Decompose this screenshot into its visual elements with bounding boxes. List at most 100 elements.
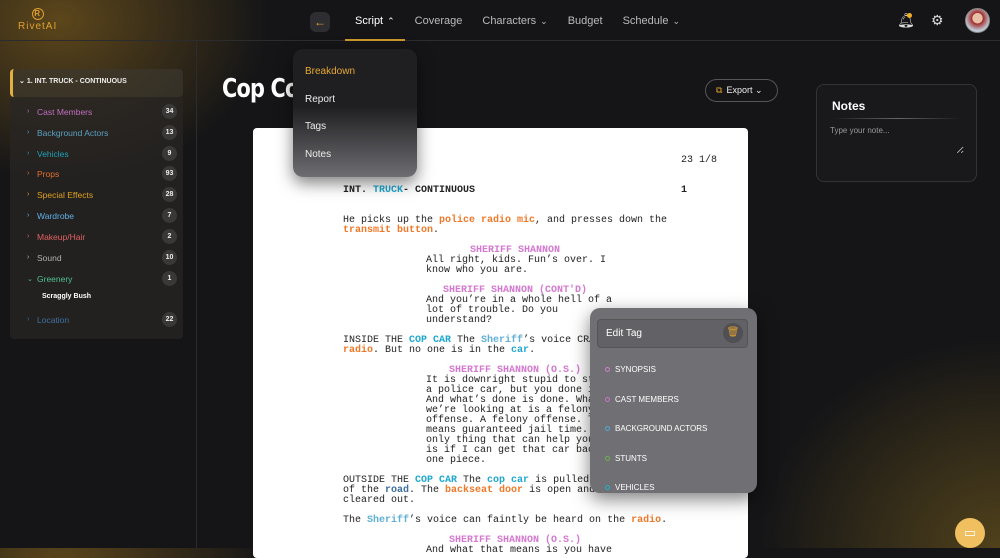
- tagged-prop[interactable]: radio: [631, 515, 661, 526]
- chevron-down-icon: ⌄: [754, 85, 763, 95]
- script-text: , and presses down the: [535, 215, 668, 226]
- tag-option-stunts[interactable]: STUNTS: [605, 454, 647, 463]
- export-button[interactable]: ⧉ Export ⌄: [705, 79, 778, 102]
- chat-icon: ▭: [963, 525, 977, 540]
- script-text: And what that means is you have: [426, 545, 613, 556]
- tag-category-label: Special Effects: [37, 190, 94, 200]
- gear-icon[interactable]: ⚙: [931, 12, 944, 29]
- trash-icon: 🗑︎: [726, 327, 740, 338]
- nav-budget[interactable]: Budget: [558, 0, 613, 41]
- script-dialog: All right, kids. Fun’s over. Iknow who y…: [343, 256, 733, 276]
- tag-category-label: Background Actors: [37, 128, 109, 138]
- chat-button[interactable]: ▭: [955, 518, 985, 548]
- tag-option-background-actors[interactable]: BACKGROUND ACTORS: [605, 424, 707, 433]
- delete-tag-button[interactable]: 🗑︎: [723, 323, 743, 343]
- edit-tag-title: Edit Tag: [606, 328, 642, 339]
- tag-category-wardrobe[interactable]: › Wardrobe 7: [27, 208, 177, 223]
- tag-category-props[interactable]: › Props 93: [27, 166, 177, 181]
- chevron-right-icon: ›: [27, 212, 30, 219]
- menu-item-breakdown[interactable]: Breakdown: [305, 66, 355, 77]
- script-text: INT.: [343, 185, 374, 196]
- tagged-prop[interactable]: radio: [343, 345, 373, 356]
- export-label: Export: [726, 85, 753, 95]
- tag-count-badge: 22: [162, 312, 177, 327]
- tag-option-cast-members[interactable]: CAST MEMBERS: [605, 395, 679, 404]
- tag-option-synopsis[interactable]: SYNOPSIS: [605, 365, 656, 374]
- tag-category-sound[interactable]: › Sound 10: [27, 250, 177, 265]
- chevron-right-icon: ›: [27, 254, 30, 261]
- tag-count-badge: 13: [162, 125, 177, 140]
- script-action: The Sheriff’s voice can faintly be heard…: [343, 516, 733, 526]
- script-text: .: [433, 225, 440, 236]
- nav-coverage[interactable]: Coverage: [405, 0, 473, 41]
- script-text: - CONTINUOUS: [403, 185, 476, 196]
- logo-text: RivetAI: [18, 21, 58, 32]
- bell-icon[interactable]: 🔔︎: [897, 12, 915, 29]
- tag-category-vehicles[interactable]: › Vehicles 9: [27, 146, 177, 161]
- nav-schedule[interactable]: Schedule ⌄: [613, 0, 690, 41]
- notes-panel: Notes: [816, 84, 977, 182]
- tagged-vehicle[interactable]: car: [511, 345, 529, 356]
- menu-item-notes[interactable]: Notes: [305, 149, 331, 160]
- logo-icon: R: [31, 8, 44, 20]
- tag-category-cast-members[interactable]: › Cast Members 34: [27, 104, 177, 119]
- tag-count-badge: 2: [162, 229, 177, 244]
- menu-item-tags[interactable]: Tags: [305, 121, 326, 132]
- tag-count-badge: 1: [162, 271, 177, 286]
- tag-count-badge: 34: [162, 104, 177, 119]
- tag-category-greenery[interactable]: ⌄ Greenery 1: [27, 271, 177, 286]
- avatar[interactable]: [965, 8, 990, 33]
- tagged-vehicle[interactable]: TRUCK: [373, 185, 403, 196]
- greenery-item-scraggly-bush[interactable]: Scraggly Bush: [42, 293, 91, 300]
- chevron-right-icon: ›: [27, 316, 30, 323]
- tag-category-location[interactable]: › Location 22: [27, 312, 177, 327]
- tag-option-vehicles[interactable]: VEHICLES: [605, 483, 655, 492]
- script-line: transmit button.: [343, 226, 733, 236]
- tagged-bg_actor[interactable]: Sheriff: [367, 515, 409, 526]
- nav-label: Schedule: [622, 15, 669, 27]
- chevron-right-icon: ›: [27, 191, 30, 198]
- script-text: one piece.: [426, 455, 487, 466]
- tag-option-label: BACKGROUND ACTORS: [615, 424, 708, 433]
- tag-category-background-actors[interactable]: › Background Actors 13: [27, 125, 177, 140]
- tag-option-label: SYNOPSIS: [615, 365, 656, 374]
- tag-category-label: Props: [37, 169, 60, 179]
- page-title: Cop Co: [222, 74, 299, 104]
- divider: [832, 118, 962, 119]
- tag-category-label: Greenery: [37, 274, 73, 284]
- script-text: . But no one is in the: [373, 345, 512, 356]
- circle-icon: [605, 367, 610, 372]
- tag-category-label: Sound: [37, 253, 62, 263]
- tag-category-special-effects[interactable]: › Special Effects 28: [27, 187, 177, 202]
- page-number: 23 1/8: [681, 155, 718, 166]
- script-text: understand?: [426, 315, 493, 326]
- nav-characters[interactable]: Characters ⌄: [472, 0, 557, 41]
- back-button[interactable]: ←: [310, 12, 330, 32]
- arrow-left-icon: ←: [314, 15, 326, 29]
- menu-item-report[interactable]: Report: [305, 94, 335, 105]
- tagged-prop[interactable]: transmit button: [343, 225, 433, 236]
- chevron-right-icon: ›: [27, 150, 30, 157]
- script-text: .: [661, 515, 668, 526]
- script-action: He picks up the police radio mic, and pr…: [343, 216, 733, 236]
- logo[interactable]: R RivetAI: [18, 8, 57, 32]
- chevron-right-icon: ›: [27, 170, 30, 177]
- script-text: cleared out.: [343, 495, 416, 506]
- edit-tag-header: Edit Tag 🗑︎: [597, 319, 748, 348]
- tag-category-label: Vehicles: [37, 149, 69, 159]
- chevron-right-icon: ›: [27, 108, 30, 115]
- tagged-prop[interactable]: backseat door: [445, 485, 523, 496]
- circle-icon: [605, 396, 610, 402]
- tag-option-label: STUNTS: [615, 453, 647, 463]
- script-text: The: [343, 515, 368, 526]
- tagged-prop[interactable]: police radio mic: [439, 215, 535, 226]
- tag-category-makeup-hair[interactable]: › Makeup/Hair 2: [27, 229, 177, 244]
- notification-dot: [907, 13, 912, 18]
- nav-script[interactable]: Script ⌃: [345, 0, 405, 41]
- tag-category-label: Cast Members: [37, 107, 93, 117]
- scene-label: 1. INT. TRUCK - CONTINUOUS: [26, 78, 127, 85]
- circle-icon: [605, 485, 610, 490]
- scene-item[interactable]: ⌄ 1. INT. TRUCK - CONTINUOUS: [10, 69, 183, 97]
- chevron-down-icon: ⌄: [27, 276, 33, 283]
- note-input[interactable]: [830, 126, 964, 154]
